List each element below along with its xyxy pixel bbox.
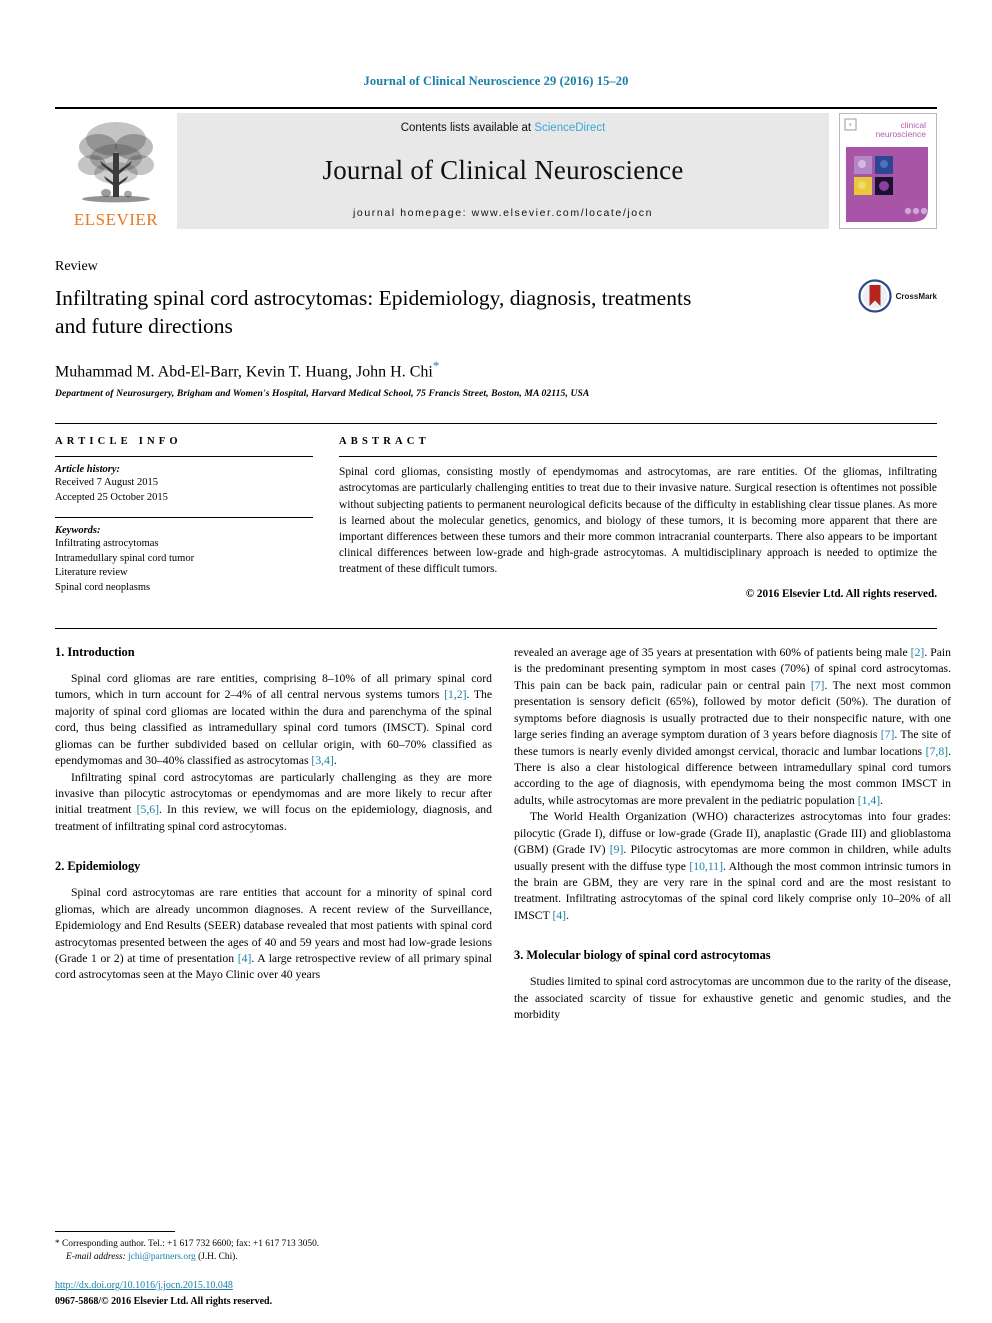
citation-link[interactable]: [1,4]: [858, 794, 880, 807]
citation-link[interactable]: [3,4]: [311, 754, 333, 767]
sciencedirect-link[interactable]: ScienceDirect: [534, 122, 605, 134]
paragraph-intro-2: Infiltrating spinal cord astrocytomas ar…: [55, 770, 492, 836]
elsevier-tree-icon: [78, 122, 154, 203]
text-run: .: [333, 754, 337, 768]
corresponding-author-note: * Corresponding author. Tel.: +1 617 732…: [55, 1238, 492, 1252]
doi-block: http://dx.doi.org/10.1016/j.jocn.2015.10…: [55, 1280, 492, 1309]
email-note: E-mail address: jchi@partners.org (J.H. …: [55, 1251, 492, 1265]
keyword-item: Literature review: [55, 567, 128, 579]
contents-list-line: Contents lists available at ScienceDirec…: [401, 122, 606, 134]
text-run: Spinal cord gliomas are rare entities, c…: [55, 671, 492, 702]
citation-link[interactable]: [1,2]: [444, 688, 466, 701]
keywords-label: Keywords:: [55, 525, 101, 537]
paragraph-right-1: revealed an average age of 35 years at p…: [514, 645, 951, 809]
journal-title: Journal of Clinical Neuroscience: [322, 155, 684, 185]
text-run: revealed an average age of 35 years at p…: [514, 645, 911, 659]
text-run: .: [880, 793, 884, 807]
cover-artwork: IF clinical neuroscience: [840, 114, 934, 228]
journal-homepage-link[interactable]: journal homepage: www.elsevier.com/locat…: [353, 207, 653, 219]
section-heading-introduction: 1. Introduction: [55, 644, 135, 659]
author-list: Muhammad M. Abd-El-Barr, Kevin T. Huang,…: [55, 358, 937, 381]
email-suffix: (J.H. Chi).: [198, 1252, 238, 1263]
text-run: .: [566, 908, 569, 922]
crossmark-icon: [858, 279, 892, 313]
citation-link[interactable]: [4]: [238, 952, 252, 965]
svg-text:IF: IF: [849, 122, 853, 127]
article-category: Review: [55, 259, 98, 274]
keyword-item: Spinal cord neoplasms: [55, 581, 151, 593]
elsevier-wordmark: ELSEVIER: [73, 210, 159, 229]
crossmark-label: CrossMark: [895, 291, 937, 301]
author-names: Muhammad M. Abd-El-Barr, Kevin T. Huang,…: [55, 363, 433, 381]
doi-link[interactable]: http://dx.doi.org/10.1016/j.jocn.2015.10…: [55, 1280, 492, 1291]
footnote-text: Corresponding author. Tel.: +1 617 732 6…: [62, 1238, 320, 1249]
abstract-column: ABSTRACT Spinal cord gliomas, consisting…: [339, 436, 937, 600]
abstract-rule: [339, 456, 937, 458]
paragraph-intro-1: Spinal cord gliomas are rare entities, c…: [55, 671, 492, 770]
footnote-marker: *: [55, 1238, 60, 1249]
citation-link[interactable]: [9]: [610, 843, 624, 856]
issn-copyright: 0967-5868/© 2016 Elsevier Ltd. All right…: [55, 1296, 273, 1307]
article-body: 1. Introduction Spinal cord gliomas are …: [55, 627, 951, 1165]
abstract-text: Spinal cord gliomas, consisting mostly o…: [339, 466, 937, 575]
article-info-heading: ARTICLE INFO: [55, 436, 182, 448]
keyword-item: Intramedullary spinal cord tumor: [55, 552, 195, 564]
title-block: Review Infiltrating spinal cord astrocyt…: [55, 259, 937, 399]
citation-link[interactable]: [7]: [881, 728, 895, 741]
journal-cover-thumbnail[interactable]: IF clinical neuroscience: [839, 113, 937, 229]
article-info-column: ARTICLE INFO Article history: Received 7…: [55, 436, 313, 600]
section-heading-molecular-biology: 3. Molecular biology of spinal cord astr…: [514, 948, 771, 963]
elsevier-logo: ELSEVIER: [55, 109, 177, 233]
affiliation: Department of Neurosurgery, Brigham and …: [55, 388, 590, 400]
citation-link[interactable]: [7,8]: [926, 745, 948, 758]
info-abstract-block: ARTICLE INFO Article history: Received 7…: [55, 423, 937, 600]
citation-link[interactable]: [2]: [911, 646, 925, 659]
journal-masthead: ELSEVIER Contents lists available at Sci…: [55, 107, 937, 233]
citation-link[interactable]: [5,6]: [137, 803, 159, 816]
keyword-item: Infiltrating astrocytomas: [55, 538, 159, 550]
paragraph-epidemiology-1: Spinal cord astrocytomas are rare entiti…: [55, 885, 492, 984]
section-heading-epidemiology: 2. Epidemiology: [55, 859, 141, 874]
citation-link[interactable]: [4]: [552, 909, 566, 922]
citation-link[interactable]: [7]: [811, 679, 825, 692]
abstract-copyright: © 2016 Elsevier Ltd. All rights reserved…: [745, 587, 937, 600]
sciencedirect-panel: Contents lists available at ScienceDirec…: [177, 113, 829, 229]
page-title: Infiltrating spinal cord astrocytomas: E…: [55, 286, 692, 338]
article-page: Journal of Clinical Neuroscience 29 (201…: [0, 0, 992, 1323]
citation-link[interactable]: [10,11]: [689, 860, 723, 873]
svg-text:neuroscience: neuroscience: [875, 129, 926, 139]
paragraph-right-2: The World Health Organization (WHO) char…: [514, 809, 951, 924]
email-label: E-mail address:: [66, 1252, 126, 1263]
body-column-right: revealed an average age of 35 years at p…: [514, 645, 951, 1165]
corresponding-author-marker[interactable]: *: [433, 358, 440, 373]
footnote-rule: [55, 1230, 175, 1232]
email-link[interactable]: jchi@partners.org: [128, 1252, 196, 1262]
keywords-rule: [55, 517, 313, 519]
keywords-list: Infiltrating astrocytomas Intramedullary…: [55, 537, 313, 595]
article-history-label: Article history:: [55, 464, 121, 476]
body-column-left: 1. Introduction Spinal cord gliomas are …: [55, 645, 492, 1165]
accepted-date: Accepted 25 October 2015: [55, 491, 168, 503]
footnote-block: * Corresponding author. Tel.: +1 617 732…: [55, 1230, 492, 1265]
running-head: Journal of Clinical Neuroscience 29 (201…: [363, 74, 629, 88]
abstract-heading: ABSTRACT: [339, 436, 430, 448]
contents-prefix: Contents lists available at: [400, 122, 532, 134]
received-date: Received 7 August 2015: [55, 477, 158, 489]
article-info-rule: [55, 456, 313, 458]
paragraph-molecular-1: Studies limited to spinal cord astrocyto…: [514, 975, 951, 1022]
crossmark-badge[interactable]: CrossMark: [858, 279, 937, 313]
